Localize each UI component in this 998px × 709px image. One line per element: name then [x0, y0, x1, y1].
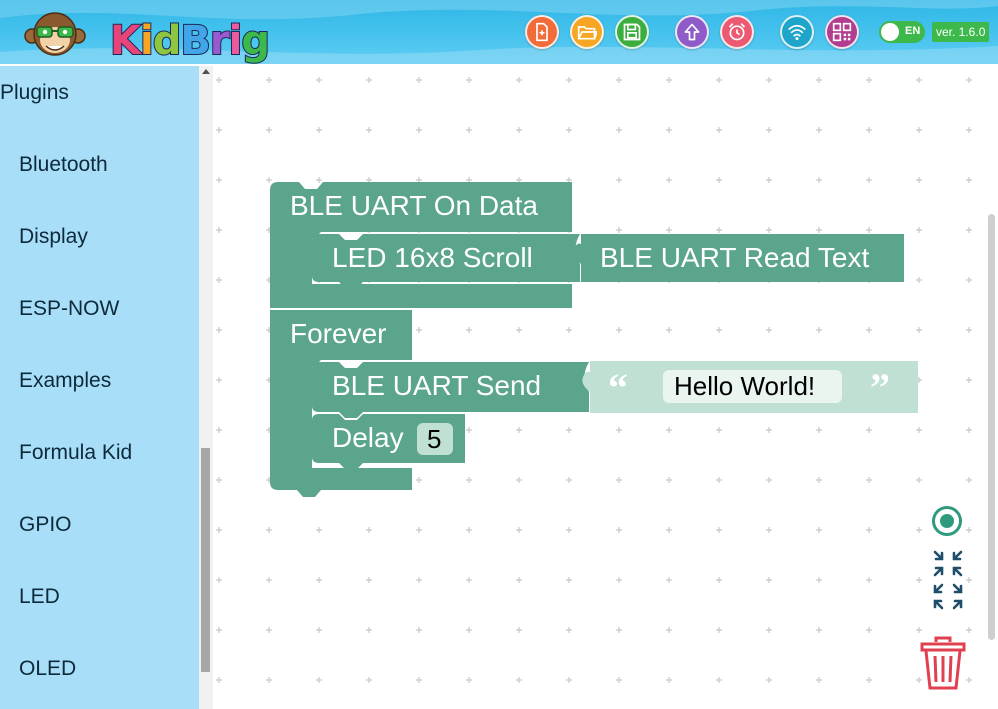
open-folder-icon — [577, 26, 597, 40]
new-file-button[interactable] — [525, 15, 559, 49]
sidebar-item-esp-now[interactable]: ESP-NOW — [19, 297, 119, 321]
block-program: “ ” — [270, 182, 918, 497]
language-label: EN — [905, 25, 921, 37]
alarm-clock-icon — [728, 23, 746, 41]
upload-icon — [684, 23, 700, 41]
forever-label: Forever — [290, 318, 387, 349]
sidebar-scrollbar[interactable] — [199, 66, 213, 709]
ble-read-text-label: BLE UART Read Text — [600, 242, 870, 273]
recenter-icon[interactable] — [931, 505, 963, 537]
trash-icon[interactable] — [920, 636, 966, 692]
zoom-to-fit-icon[interactable] — [932, 549, 964, 611]
wifi-button[interactable] — [780, 15, 814, 49]
sidebar-item-bluetooth[interactable]: Bluetooth — [19, 153, 108, 177]
plugins-sidebar: Plugins Bluetooth Display ESP-NOW Exampl… — [0, 66, 199, 709]
close-quote-icon: ” — [870, 365, 890, 410]
sidebar-item-oled[interactable]: OLED — [19, 657, 76, 681]
open-quote-icon: “ — [608, 365, 628, 410]
delay-value[interactable]: 5 — [427, 424, 441, 455]
sidebar-scrollbar-thumb[interactable] — [201, 448, 210, 672]
toggle-knob — [881, 23, 899, 41]
blocks-workspace[interactable]: “ ” BLE UART On Data LED 16x8 Scroll BLE… — [213, 66, 998, 709]
monkey-mascot-icon — [24, 12, 86, 56]
open-file-button[interactable] — [570, 15, 604, 49]
save-button[interactable] — [615, 15, 649, 49]
scroll-up-arrow-icon[interactable] — [202, 69, 210, 74]
save-icon — [623, 23, 641, 41]
qr-code-button[interactable] — [825, 15, 859, 49]
version-badge: ver. 1.6.0 — [932, 22, 990, 42]
kidbright-logo: KidBright — [24, 10, 274, 64]
logo-wordmark: KidBright — [109, 17, 271, 64]
ble-on-data-label: BLE UART On Data — [290, 190, 538, 221]
workspace-scrollbar[interactable] — [988, 214, 995, 640]
alarm-button[interactable] — [720, 15, 754, 49]
sidebar-heading[interactable]: Plugins — [0, 81, 69, 105]
string-value[interactable]: Hello World! — [674, 371, 815, 402]
qr-code-icon — [832, 22, 852, 42]
ble-send-label: BLE UART Send — [332, 370, 542, 401]
sidebar-item-gpio[interactable]: GPIO — [19, 513, 72, 537]
new-file-icon — [536, 22, 548, 42]
upload-button[interactable] — [675, 15, 709, 49]
sidebar-item-display[interactable]: Display — [19, 225, 88, 249]
sidebar-item-formula-kid[interactable]: Formula Kid — [19, 441, 132, 465]
app-header: KidBright EN ver. 1.6.0 — [0, 0, 998, 64]
language-toggle[interactable]: EN — [879, 21, 925, 43]
wifi-icon — [788, 24, 806, 41]
sidebar-item-examples[interactable]: Examples — [19, 369, 111, 393]
sidebar-item-led[interactable]: LED — [19, 585, 60, 609]
led-scroll-label: LED 16x8 Scroll — [332, 242, 533, 273]
delay-label: Delay — [332, 422, 404, 453]
